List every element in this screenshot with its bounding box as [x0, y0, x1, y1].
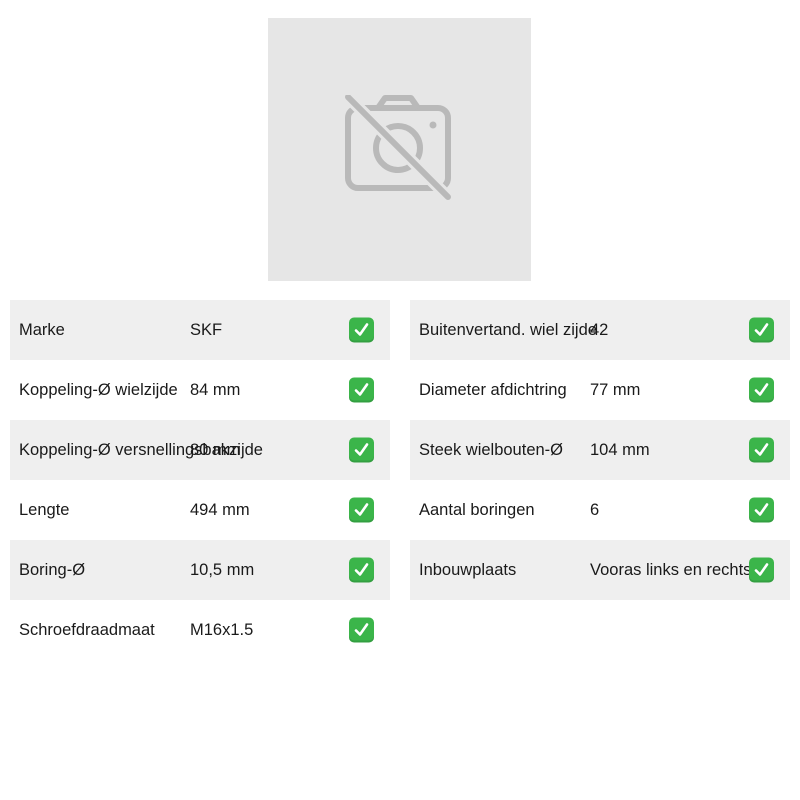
spec-row: Lengte 494 mm [10, 480, 390, 540]
spec-row: Steek wielbouten-Ø 104 mm [410, 420, 790, 480]
spec-row: Koppeling-Ø wielzijde 84 mm [10, 360, 390, 420]
spec-label: Schroefdraadmaat [19, 621, 155, 639]
spec-label: Marke [19, 321, 65, 339]
spec-label: Aantal boringen [419, 501, 535, 519]
spec-row: Inbouwplaats Vooras links en rechts [410, 540, 790, 600]
spec-label: Buitenvertand. wiel zijde [419, 321, 597, 339]
check-icon [749, 437, 774, 463]
check-icon [749, 497, 774, 523]
spec-label: Boring-Ø [19, 561, 86, 579]
spec-value: 77 mm [590, 381, 641, 399]
spec-value: 494 mm [190, 501, 250, 519]
check-icon [349, 617, 374, 643]
check-icon [349, 377, 374, 403]
spec-value: 104 mm [590, 441, 650, 459]
specs-table-right: Buitenvertand. wiel zijde 42 Diameter af… [410, 300, 790, 600]
spec-value: Vooras links en rechts [590, 561, 752, 579]
spec-value: 6 [590, 501, 600, 519]
spec-label: Inbouwplaats [419, 561, 517, 579]
spec-row: Diameter afdichtring 77 mm [410, 360, 790, 420]
spec-row: Schroefdraadmaat M16x1.5 [10, 600, 390, 660]
check-icon [349, 497, 374, 523]
spec-row: Buitenvertand. wiel zijde 42 [410, 300, 790, 360]
spec-value: 84 mm [190, 381, 241, 399]
specs-table-left: Marke SKF Koppeling-Ø wielzijde 84 mm Ko… [10, 300, 390, 660]
spec-row: Koppeling-Ø versnellingsbakzijde 80 mm [10, 420, 390, 480]
check-icon [749, 557, 774, 583]
spec-row: Marke SKF [10, 300, 390, 360]
spec-value: 42 [590, 321, 609, 339]
spec-value: M16x1.5 [190, 621, 254, 639]
check-icon [749, 377, 774, 403]
spec-row: Aantal boringen 6 [410, 480, 790, 540]
spec-value: SKF [190, 321, 223, 339]
check-icon [349, 317, 374, 343]
check-icon [349, 437, 374, 463]
camera-off-icon [344, 94, 452, 201]
spec-row: Boring-Ø 10,5 mm [10, 540, 390, 600]
check-icon [749, 317, 774, 343]
spec-label: Steek wielbouten-Ø [419, 441, 563, 459]
spec-value: 80 mm [190, 441, 241, 459]
spec-value: 10,5 mm [190, 561, 255, 579]
check-icon [349, 557, 374, 583]
spec-label: Koppeling-Ø wielzijde [19, 381, 178, 399]
spec-label: Diameter afdichtring [419, 381, 567, 399]
spec-label: Lengte [19, 501, 70, 519]
product-image-placeholder [268, 18, 531, 281]
